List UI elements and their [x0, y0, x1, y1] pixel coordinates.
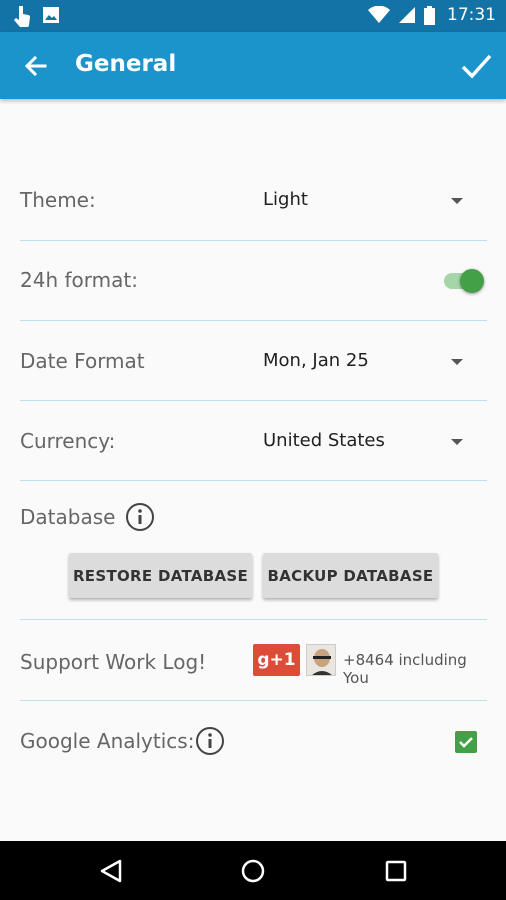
analytics-row: Google Analytics: — [20, 701, 487, 781]
nav-home-button[interactable] — [235, 853, 271, 889]
currency-dropdown[interactable]: United States — [250, 419, 487, 465]
status-time: 17:31 — [447, 5, 496, 25]
time-format-row: 24h format: — [20, 241, 487, 321]
analytics-checkbox[interactable] — [455, 731, 477, 753]
currency-value: United States — [263, 430, 385, 451]
date-format-value: Mon, Jan 25 — [263, 350, 369, 371]
time-format-switch[interactable] — [427, 241, 487, 321]
theme-dropdown[interactable]: Light — [250, 178, 487, 224]
gplus-count: +8464 including You — [343, 651, 467, 687]
info-icon[interactable] — [195, 726, 225, 756]
switch-thumb — [460, 269, 484, 293]
database-label: Database — [20, 505, 116, 529]
navigation-bar — [0, 841, 506, 900]
currency-label: Currency: — [20, 429, 116, 453]
time-format-label: 24h format: — [20, 268, 138, 292]
analytics-label: Google Analytics: — [20, 729, 195, 753]
date-format-dropdown[interactable]: Mon, Jan 25 — [250, 339, 487, 385]
nav-recents-button[interactable] — [378, 853, 414, 889]
touch-icon — [14, 6, 30, 27]
chevron-down-icon — [451, 359, 463, 365]
person-icon — [307, 645, 335, 675]
home-circle-icon — [241, 859, 265, 883]
date-format-label: Date Format — [20, 349, 145, 373]
avatar — [306, 644, 336, 676]
date-format-row: Date Format Mon, Jan 25 — [20, 321, 487, 401]
check-icon — [459, 737, 473, 748]
support-row: Support Work Log! g+1 +8464 including Yo… — [20, 620, 487, 701]
backup-database-button[interactable]: BACKUP DATABASE — [263, 553, 438, 598]
signal-icon — [399, 7, 415, 23]
nav-back-button[interactable] — [94, 853, 130, 889]
gplus-button[interactable]: g+1 — [253, 644, 300, 676]
chevron-down-icon — [451, 439, 463, 445]
back-triangle-icon — [100, 859, 122, 883]
status-bar: 17:31 — [0, 0, 506, 32]
app-bar: General — [0, 32, 506, 99]
image-icon — [43, 7, 59, 23]
back-button[interactable] — [20, 50, 52, 82]
restore-database-button[interactable]: RESTORE DATABASE — [69, 553, 252, 598]
recents-square-icon — [385, 860, 407, 882]
theme-value: Light — [263, 189, 308, 210]
support-label: Support Work Log! — [20, 650, 207, 674]
check-icon — [461, 54, 492, 79]
chevron-down-icon — [451, 198, 463, 204]
page-title: General — [75, 51, 177, 77]
arrow-back-icon — [24, 55, 47, 77]
currency-row: Currency: United States — [20, 401, 487, 481]
database-row: Database RESTORE DATABASE BACKUP DATABAS… — [20, 481, 487, 620]
confirm-button[interactable] — [458, 48, 494, 84]
wifi-icon — [368, 6, 390, 23]
theme-label: Theme: — [20, 188, 96, 212]
battery-icon — [424, 5, 435, 25]
info-icon[interactable] — [125, 502, 155, 532]
theme-row: Theme: Light — [20, 160, 487, 241]
